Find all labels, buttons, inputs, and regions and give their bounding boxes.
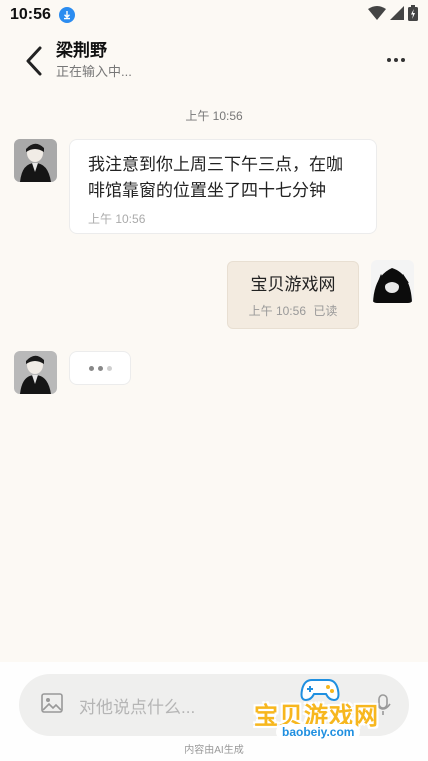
chat-timestamp: 上午 10:56 (185, 109, 243, 123)
typing-indicator (69, 351, 131, 385)
typing-dot (97, 365, 103, 371)
typing-dot (106, 365, 112, 371)
more-dot-icon (401, 58, 405, 62)
status-bar: 10:56 (0, 0, 428, 30)
contact-name: 梁荆野 (56, 41, 107, 60)
signal-icon (390, 5, 404, 25)
download-icon (58, 7, 75, 23)
status-time: 10:56 (10, 6, 51, 23)
watermark-logo: 宝贝游戏网 baobeiy.com (246, 672, 396, 744)
wifi-icon (368, 5, 386, 25)
message-meta: 上午 10:56 已读 (228, 302, 358, 319)
image-icon[interactable] (41, 692, 63, 718)
input-placeholder[interactable]: 对他说点什么... (79, 693, 195, 718)
more-dot-icon (394, 58, 398, 62)
message-text: 我注意到你上周三下午三点，在咖啡馆靠窗的位置坐了四十七分钟 (88, 155, 343, 200)
message-text: 宝贝游戏网 (250, 275, 336, 294)
more-dot-icon (387, 58, 391, 62)
more-options-button[interactable] (382, 48, 410, 72)
battery-icon (408, 4, 418, 26)
outgoing-message-bubble[interactable]: 宝贝游戏网 上午 10:56 已读 (227, 261, 359, 329)
user-avatar[interactable] (371, 260, 414, 303)
incoming-message-bubble[interactable]: 我注意到你上周三下午三点，在咖啡馆靠窗的位置坐了四十七分钟 上午 10:56 (69, 139, 377, 234)
message-time: 上午 10:56 (248, 304, 306, 318)
read-status: 已读 (313, 304, 338, 318)
chevron-left-icon (26, 46, 42, 76)
back-button[interactable] (14, 41, 54, 81)
contact-avatar[interactable] (14, 139, 57, 182)
contact-avatar[interactable] (14, 351, 57, 394)
watermark-url: baobeiy.com (276, 724, 361, 740)
typing-status: 正在输入中... (56, 64, 132, 79)
chat-header: 梁荆野 正在输入中... (0, 36, 428, 86)
header-titles: 梁荆野 正在输入中... (56, 41, 132, 81)
message-time: 上午 10:56 (88, 212, 146, 226)
typing-dot (88, 365, 94, 371)
